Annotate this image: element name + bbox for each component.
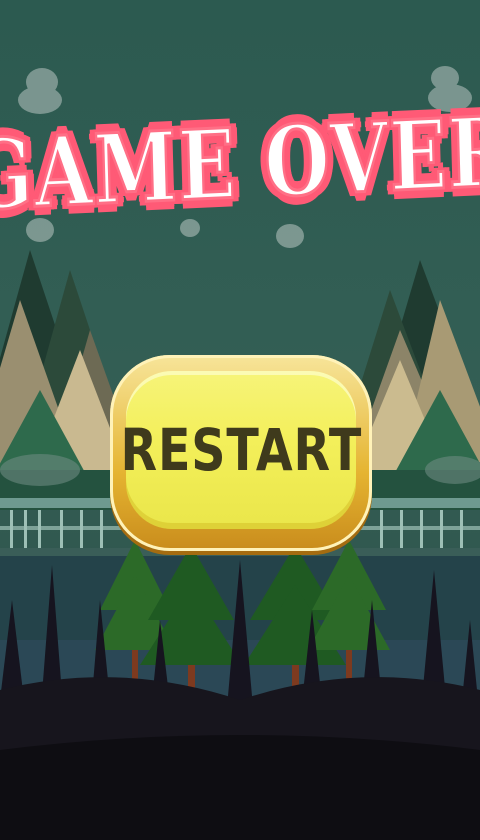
restart-button-face[interactable]: RESTART bbox=[120, 371, 361, 529]
game-over-title: GAME OVER bbox=[0, 78, 480, 248]
restart-button[interactable]: RESTART bbox=[110, 355, 372, 551]
game-over-screen: GAME OVER RESTART bbox=[0, 0, 480, 840]
restart-button-label: RESTART bbox=[120, 416, 362, 484]
game-over-title-text: GAME OVER bbox=[0, 93, 480, 233]
